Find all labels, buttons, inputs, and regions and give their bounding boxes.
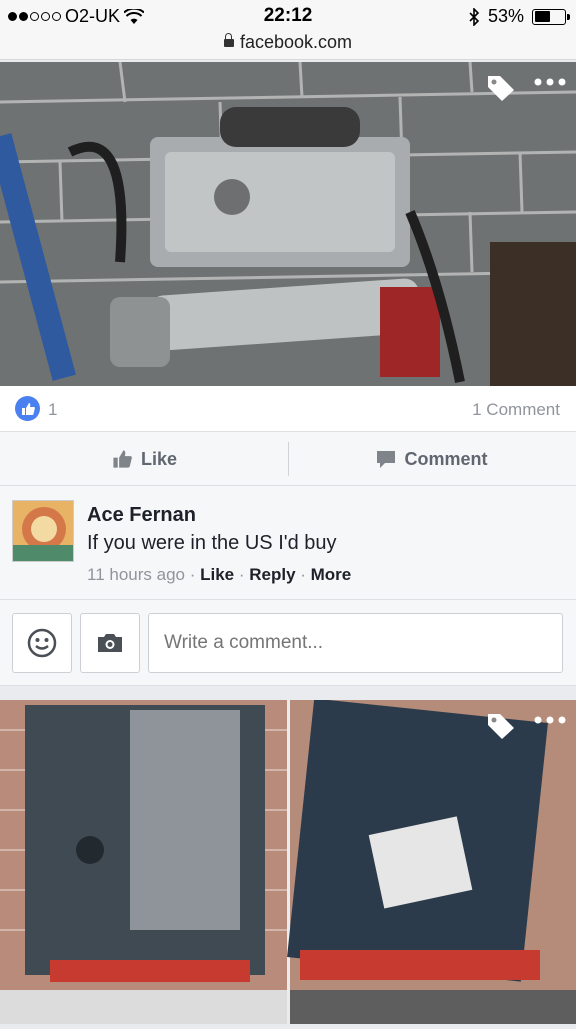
- camera-icon: [98, 634, 122, 652]
- camera-button[interactable]: [80, 613, 140, 673]
- status-right: 53%: [468, 6, 570, 27]
- comment-input[interactable]: [148, 613, 563, 673]
- comment-more-link[interactable]: More: [311, 565, 352, 584]
- comment-time[interactable]: 11 hours ago: [87, 565, 185, 584]
- tag-icon[interactable]: [486, 74, 516, 108]
- url-bar[interactable]: facebook.com: [0, 32, 576, 60]
- url-domain: facebook.com: [239, 32, 353, 52]
- reactions-bar: 1 1 Comment: [0, 386, 576, 432]
- comment-composer: [0, 600, 576, 686]
- avatar[interactable]: [12, 500, 74, 562]
- next-post-photos: [0, 698, 576, 1024]
- smiley-icon: [27, 628, 57, 658]
- like-count[interactable]: 1: [48, 400, 57, 420]
- bluetooth-icon: [469, 7, 480, 26]
- battery-icon: [532, 8, 570, 25]
- tag-icon[interactable]: [486, 712, 516, 746]
- like-button-label: Like: [140, 448, 178, 469]
- thumbs-up-icon: [113, 450, 132, 468]
- comment-item: Ace Fernan If you were in the US I'd buy…: [0, 486, 576, 600]
- lock-icon: [223, 33, 234, 47]
- post-actions: Like Comment: [0, 432, 576, 486]
- more-icon[interactable]: [533, 72, 567, 98]
- like-reaction-icon[interactable]: [15, 396, 40, 421]
- emoji-button[interactable]: [12, 613, 72, 673]
- comments-count-link[interactable]: 1 Comment: [472, 400, 560, 420]
- comment-reply-link[interactable]: Reply: [249, 565, 295, 584]
- battery-percent: 53%: [487, 6, 524, 26]
- engine-photo: [0, 62, 576, 386]
- comment-bubble-icon: [377, 451, 396, 468]
- comment-author[interactable]: Ace Fernan: [87, 504, 196, 527]
- comment-button[interactable]: Comment: [288, 432, 576, 486]
- comment-meta: 11 hours ago · Like · Reply · More: [87, 565, 352, 584]
- comment-like-link[interactable]: Like: [200, 565, 234, 584]
- post-photo[interactable]: [0, 62, 576, 386]
- like-button[interactable]: Like: [0, 432, 288, 486]
- comment-button-label: Comment: [404, 448, 488, 469]
- status-bar: O2-UK 22:12 53%: [0, 0, 576, 32]
- engine-block-photos: [0, 698, 576, 1024]
- comment-text: If you were in the US I'd buy: [87, 532, 337, 554]
- more-icon[interactable]: [533, 710, 567, 736]
